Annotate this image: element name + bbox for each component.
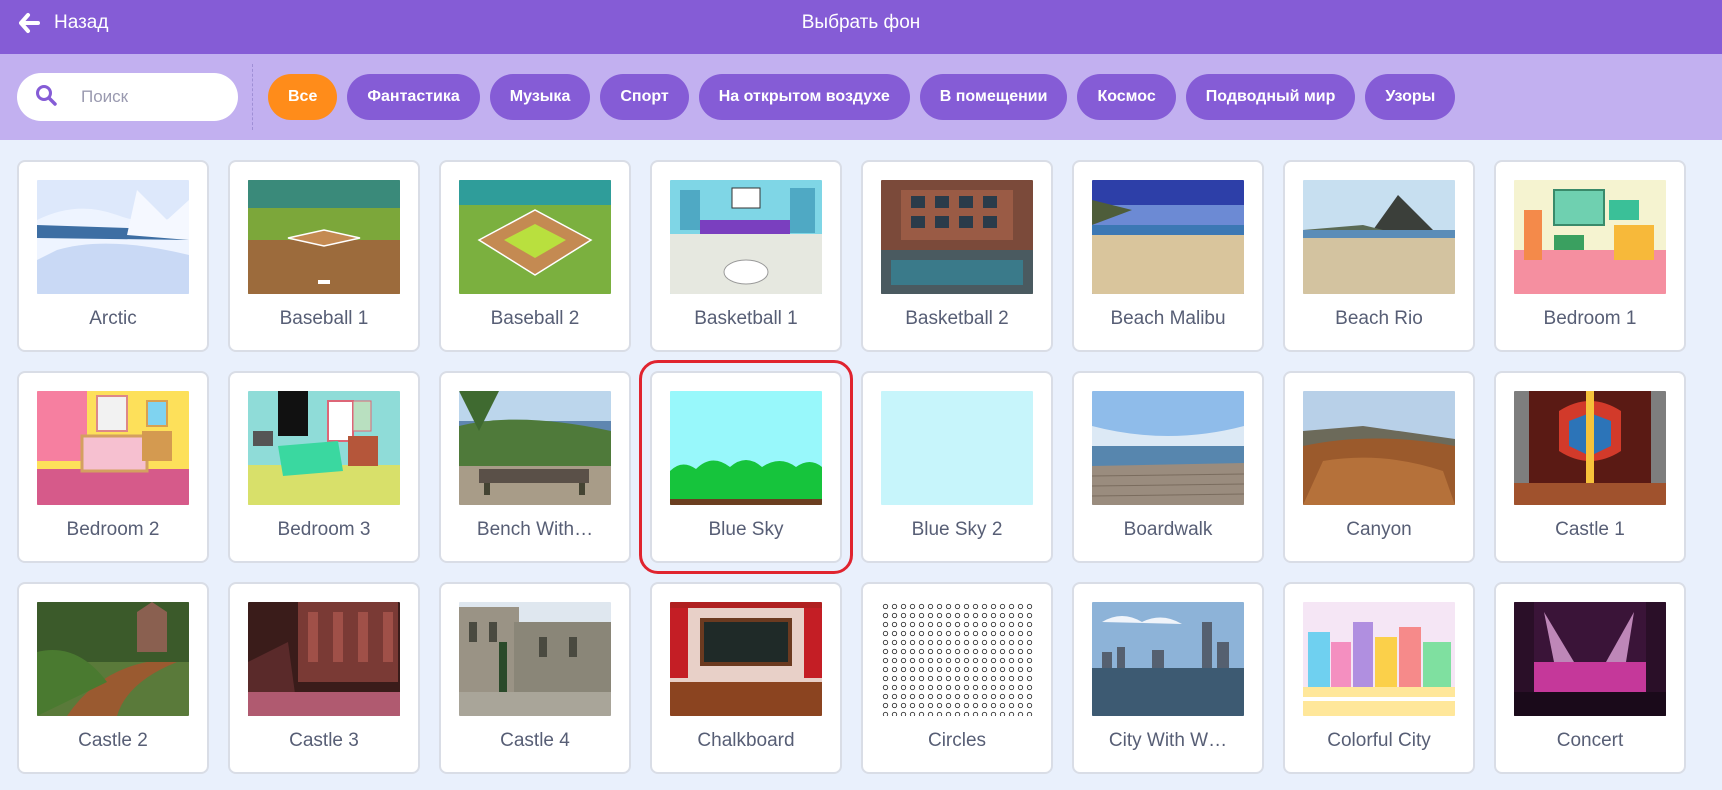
backdrop-card[interactable]: Castle 2	[17, 582, 209, 774]
backdrop-card[interactable]: Bedroom 3	[228, 371, 420, 563]
backdrop-name: City With W…	[1108, 730, 1228, 751]
tag-button[interactable]: Все	[268, 74, 338, 120]
backdrop-card[interactable]: Concert	[1494, 582, 1686, 774]
arrow-left-icon	[18, 11, 42, 35]
backdrop-thumbnail	[37, 602, 189, 716]
backdrop-card[interactable]: Bedroom 2	[17, 371, 209, 563]
backdrop-name: Blue Sky 2	[911, 519, 1003, 540]
backdrop-name: Boardwalk	[1123, 519, 1213, 540]
backdrop-card[interactable]: Blue Sky 2	[861, 371, 1053, 563]
tag-button[interactable]: Спорт	[600, 74, 689, 120]
filter-bar: ВсеФантастикаМузыкаСпортНа открытом возд…	[0, 54, 1722, 140]
backdrop-thumbnail	[1514, 391, 1666, 505]
backdrop-thumbnail	[1092, 391, 1244, 505]
backdrop-thumbnail	[670, 180, 822, 294]
backdrop-name: Circles	[927, 730, 987, 751]
backdrop-card[interactable]: Boardwalk	[1072, 371, 1264, 563]
backdrop-card[interactable]: Bench With…	[439, 371, 631, 563]
backdrop-thumbnail	[1303, 602, 1455, 716]
backdrop-name: Chalkboard	[697, 730, 795, 751]
backdrop-name: Concert	[1556, 730, 1624, 751]
back-label: Назад	[54, 12, 109, 33]
backdrop-card[interactable]: Basketball 1	[650, 160, 842, 352]
tag-button[interactable]: Узоры	[1365, 74, 1456, 120]
backdrop-thumbnail	[248, 180, 400, 294]
backdrop-thumbnail	[1514, 180, 1666, 294]
backdrop-thumbnail	[881, 391, 1033, 505]
backdrop-card[interactable]: Blue Sky	[639, 360, 853, 574]
backdrop-name: Colorful City	[1327, 730, 1431, 751]
header-bar: Назад Выбрать фон	[0, 0, 1722, 54]
backdrop-card[interactable]: Canyon	[1283, 371, 1475, 563]
tag-list: Все Фантастика Музыка Спорт На открытом возд…	[268, 74, 1456, 120]
backdrop-name: Blue Sky	[708, 519, 784, 540]
backdrop-name: Baseball 1	[279, 308, 369, 329]
backdrop-name: Bedroom 1	[1543, 308, 1637, 329]
backdrop-thumbnail	[881, 180, 1033, 294]
tag-button[interactable]: На открытом воздухе	[698, 74, 910, 120]
tag-button[interactable]: Подводный мир	[1185, 74, 1356, 120]
backdrop-thumbnail	[1303, 391, 1455, 505]
backdrop-grid: Arctic Baseball 1 Baseball 2 Basketball 1 Ba…	[17, 160, 1686, 774]
backdrop-thumbnail	[37, 391, 189, 505]
backdrop-card[interactable]: Castle 4	[439, 582, 631, 774]
backdrop-thumbnail	[1514, 602, 1666, 716]
back-button[interactable]: Назад	[18, 0, 108, 46]
backdrop-card[interactable]: City With W…	[1072, 582, 1264, 774]
backdrop-name: Baseball 2	[490, 308, 580, 329]
backdrop-card[interactable]: Castle 3	[228, 582, 420, 774]
backdrop-card[interactable]: Basketball 2	[861, 160, 1053, 352]
backdrop-thumbnail	[248, 391, 400, 505]
backdrop-name: Canyon	[1346, 519, 1412, 540]
backdrop-name: Basketball 2	[905, 308, 1009, 329]
backdrop-name: Basketball 1	[694, 308, 798, 329]
backdrop-card[interactable]: Castle 1	[1494, 371, 1686, 563]
backdrop-card[interactable]: Baseball 2	[439, 160, 631, 352]
search-input[interactable]	[81, 87, 231, 107]
backdrop-name: Castle 3	[289, 730, 359, 751]
tag-button[interactable]: В помещении	[919, 74, 1068, 120]
backdrop-thumbnail	[1092, 180, 1244, 294]
tag-button[interactable]: Фантастика	[347, 74, 480, 120]
backdrop-thumbnail	[459, 602, 611, 716]
backdrop-card[interactable]: Arctic	[17, 160, 209, 352]
backdrop-card[interactable]: Baseball 1	[228, 160, 420, 352]
backdrop-thumbnail	[37, 180, 189, 294]
backdrop-name: Bedroom 3	[277, 519, 371, 540]
backdrop-name: Bedroom 2	[66, 519, 160, 540]
backdrop-thumbnail	[670, 391, 822, 505]
backdrop-thumbnail	[1092, 602, 1244, 716]
backdrop-thumbnail	[248, 602, 400, 716]
tag-button[interactable]: Космос	[1077, 74, 1176, 120]
backdrop-name: Castle 4	[500, 730, 570, 751]
backdrop-card[interactable]: Chalkboard	[650, 582, 842, 774]
backdrop-card[interactable]: Circles	[861, 582, 1053, 774]
page-title: Выбрать фон	[801, 12, 921, 33]
backdrop-name: Castle 1	[1555, 519, 1625, 540]
backdrop-thumbnail	[670, 602, 822, 716]
backdrop-card[interactable]: Beach Malibu	[1072, 160, 1264, 352]
backdrop-name: Beach Malibu	[1110, 308, 1226, 329]
search-box[interactable]	[17, 73, 238, 121]
filter-divider	[252, 64, 253, 130]
backdrop-name: Arctic	[89, 308, 137, 329]
backdrop-card[interactable]: Beach Rio	[1283, 160, 1475, 352]
backdrop-name: Bench With…	[476, 519, 594, 540]
backdrop-name: Beach Rio	[1335, 308, 1423, 329]
search-icon	[35, 84, 57, 111]
backdrop-thumbnail	[459, 391, 611, 505]
backdrop-thumbnail	[1303, 180, 1455, 294]
backdrop-card[interactable]: Bedroom 1	[1494, 160, 1686, 352]
backdrop-thumbnail	[881, 602, 1033, 716]
backdrop-name: Castle 2	[78, 730, 148, 751]
backdrop-card[interactable]: Colorful City	[1283, 582, 1475, 774]
tag-button[interactable]: Музыка	[489, 74, 591, 120]
backdrop-thumbnail	[459, 180, 611, 294]
